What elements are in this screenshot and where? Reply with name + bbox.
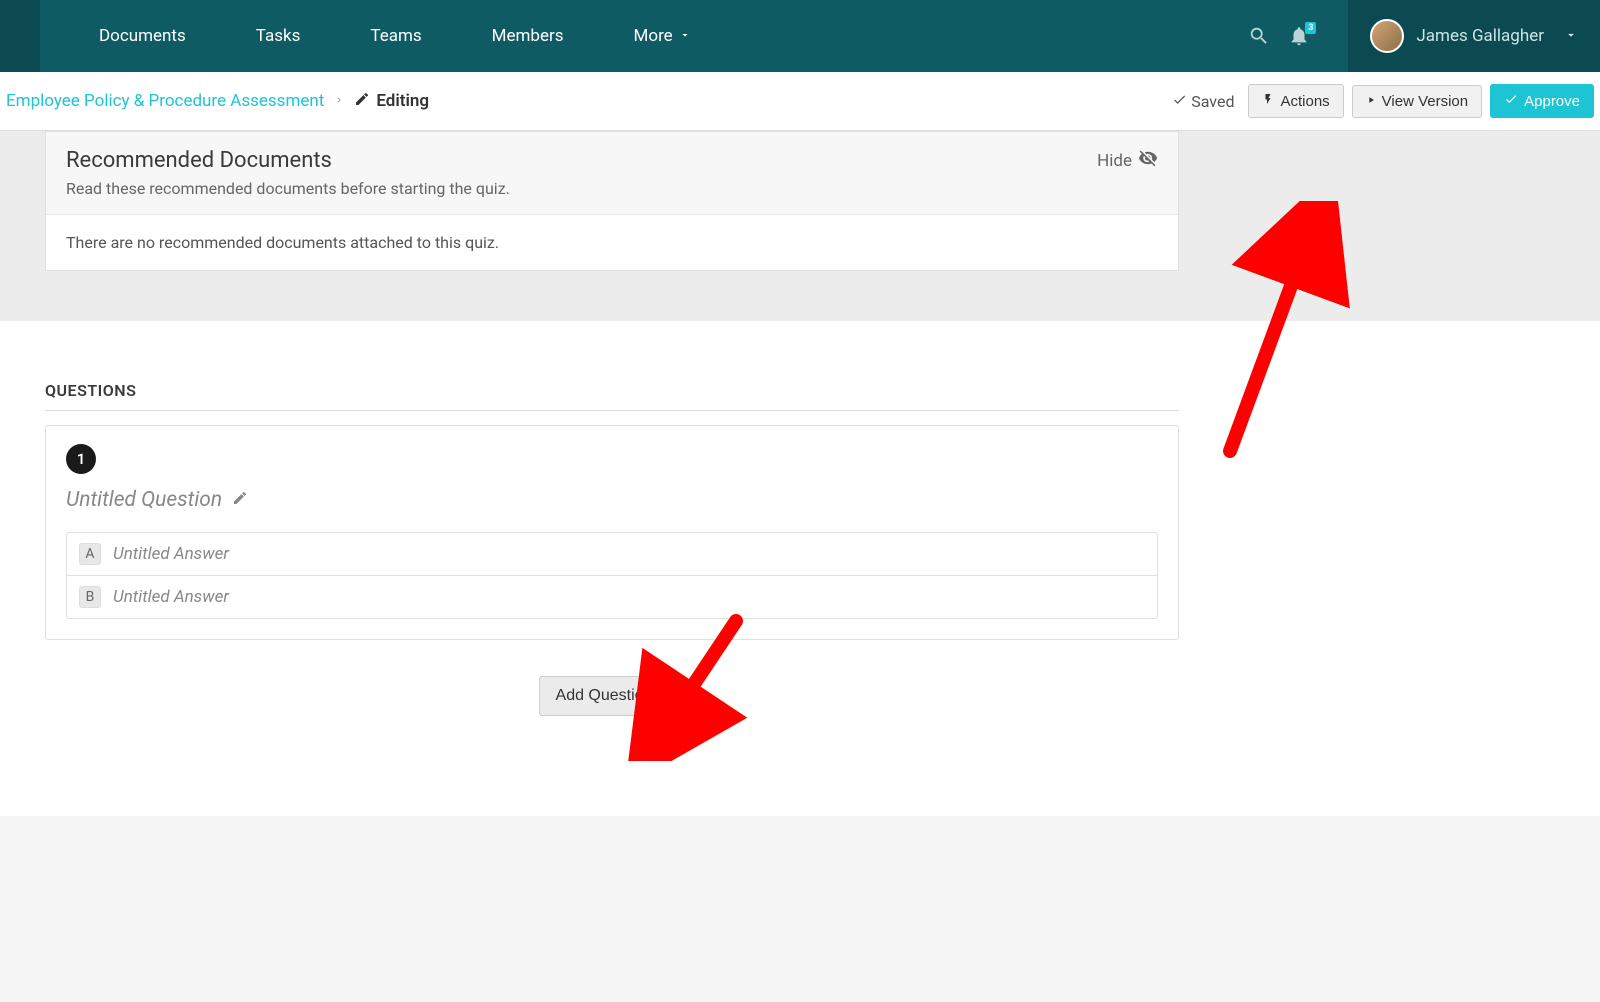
user-menu[interactable]: James Gallagher <box>1348 0 1600 72</box>
nav-more-label: More <box>634 26 673 46</box>
nav-members[interactable]: Members <box>457 26 599 46</box>
question-card: 1 Untitled Question A Untitled Answer B … <box>45 425 1179 640</box>
recommended-empty-text: There are no recommended documents attac… <box>66 233 499 252</box>
logo-block[interactable] <box>0 0 40 72</box>
recommended-panel-body: There are no recommended documents attac… <box>46 215 1178 270</box>
eye-off-icon <box>1138 148 1158 173</box>
topbar-right: 3 James Gallagher <box>1248 0 1600 72</box>
breadcrumb-link[interactable]: Employee Policy & Procedure Assessment <box>6 91 324 111</box>
check-icon <box>1504 92 1518 110</box>
question-number-badge: 1 <box>66 444 96 474</box>
recommended-panel-header: Recommended Documents Read these recomme… <box>46 131 1178 215</box>
editing-label-text: Editing <box>376 91 429 111</box>
search-icon[interactable] <box>1248 25 1270 47</box>
nav-tasks[interactable]: Tasks <box>221 26 336 46</box>
play-icon <box>1366 93 1376 110</box>
question-title: Untitled Question <box>66 488 222 512</box>
hide-label: Hide <box>1097 151 1132 171</box>
nav-teams[interactable]: Teams <box>335 26 456 46</box>
recommended-panel: Recommended Documents Read these recomme… <box>45 131 1179 271</box>
questions-wrap: QUESTIONS 1 Untitled Question A Untitled… <box>45 381 1179 716</box>
recommended-subtitle: Read these recommended documents before … <box>66 179 510 198</box>
add-question-button[interactable]: Add Question <box>539 676 686 716</box>
view-version-button[interactable]: View Version <box>1352 85 1482 118</box>
lightning-icon <box>1262 92 1274 110</box>
nav-more[interactable]: More <box>599 26 726 46</box>
sub-navigation-bar: Employee Policy & Procedure Assessment E… <box>0 72 1600 131</box>
answer-letter-badge: B <box>79 586 101 608</box>
answer-list: A Untitled Answer B Untitled Answer <box>66 532 1158 619</box>
chevron-down-icon <box>1564 27 1578 46</box>
saved-text: Saved <box>1191 92 1234 111</box>
actions-button[interactable]: Actions <box>1248 84 1343 118</box>
user-name: James Gallagher <box>1416 26 1544 46</box>
pencil-icon <box>354 91 370 112</box>
answer-row[interactable]: B Untitled Answer <box>67 576 1157 618</box>
add-question-label: Add Question <box>556 687 653 705</box>
answer-row[interactable]: A Untitled Answer <box>67 533 1157 576</box>
approve-button[interactable]: Approve <box>1490 84 1594 118</box>
recommended-section: Recommended Documents Read these recomme… <box>0 131 1600 321</box>
pencil-icon <box>232 490 248 510</box>
add-question-wrap: Add Question <box>45 676 1179 716</box>
view-version-label: View Version <box>1382 93 1468 110</box>
questions-heading: QUESTIONS <box>45 381 1179 411</box>
notifications-icon[interactable]: 3 <box>1288 25 1310 47</box>
hide-button[interactable]: Hide <box>1097 148 1158 173</box>
nav-documents[interactable]: Documents <box>64 26 221 46</box>
answer-text: Untitled Answer <box>113 587 229 607</box>
avatar <box>1370 19 1404 53</box>
top-navigation-bar: Documents Tasks Teams Members More 3 Jam… <box>0 0 1600 72</box>
editing-status: Editing <box>354 91 429 112</box>
nav-items: Documents Tasks Teams Members More <box>64 26 726 46</box>
caret-down-icon <box>658 687 668 705</box>
actions-label: Actions <box>1280 93 1329 110</box>
notification-badge: 3 <box>1305 22 1316 34</box>
content-area: Recommended Documents Read these recomme… <box>0 131 1600 816</box>
answer-text: Untitled Answer <box>113 544 229 564</box>
questions-section: QUESTIONS 1 Untitled Question A Untitled… <box>0 321 1600 816</box>
breadcrumb-separator-icon <box>334 94 344 109</box>
approve-label: Approve <box>1524 93 1580 110</box>
question-title-row[interactable]: Untitled Question <box>66 488 1158 512</box>
subbar-actions: Saved Actions View Version Approve <box>1172 84 1594 118</box>
check-icon <box>1172 92 1187 111</box>
chevron-down-icon <box>679 26 691 46</box>
saved-indicator: Saved <box>1172 92 1234 111</box>
answer-letter-badge: A <box>79 543 101 565</box>
recommended-title: Recommended Documents <box>66 148 510 173</box>
recommended-header-text: Recommended Documents Read these recomme… <box>66 148 510 198</box>
